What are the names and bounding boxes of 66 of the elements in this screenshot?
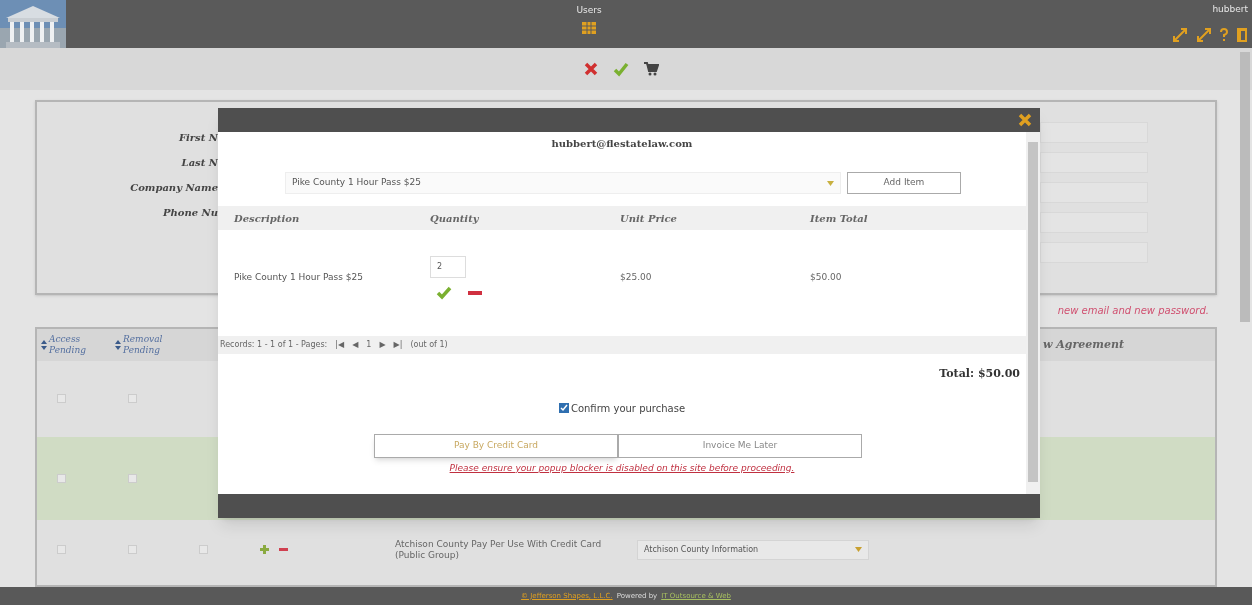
modal-scrollbar[interactable] bbox=[1026, 132, 1040, 494]
cart-icon[interactable] bbox=[643, 60, 659, 77]
sort-icon[interactable] bbox=[41, 338, 47, 351]
confirm-checkbox[interactable] bbox=[558, 403, 569, 413]
pager-link[interactable]: (out of 1) bbox=[410, 339, 448, 351]
field-label: Last N bbox=[181, 155, 218, 170]
email-text: hubbert@flestatelaw.com bbox=[551, 136, 693, 151]
notice-text: new email and new password. bbox=[1057, 304, 1209, 319]
column-header: Unit Price bbox=[619, 211, 678, 226]
table-cell-text: Pike County 1 Hour Pass $25 bbox=[233, 271, 364, 285]
row-checkbox[interactable] bbox=[128, 473, 137, 483]
row-checkbox[interactable] bbox=[57, 545, 66, 555]
column-header[interactable]: Access Pending bbox=[49, 333, 97, 357]
table-cell-text: $50.00 bbox=[809, 271, 843, 285]
collapse-icon[interactable] bbox=[1172, 26, 1188, 43]
pager-link[interactable]: |◀ bbox=[335, 339, 345, 351]
scrollbar[interactable] bbox=[1240, 52, 1250, 322]
field-label: Phone Nu bbox=[163, 205, 218, 220]
table-cell-text: $25.00 bbox=[619, 271, 653, 285]
group-dropdown[interactable]: Atchison County Information bbox=[637, 539, 869, 560]
caret-icon bbox=[855, 547, 862, 553]
pager-text: Records: 1 - 1 of 1 - Pages: bbox=[220, 339, 328, 351]
column-header: Quantity bbox=[429, 211, 480, 226]
item-select[interactable]: Pike County 1 Hour Pass $25 bbox=[285, 172, 841, 194]
grid-icon[interactable] bbox=[582, 21, 596, 34]
group-name: Atchison County Pay Per Use With Credit Card (Public Group) bbox=[395, 538, 603, 562]
cancel-icon[interactable] bbox=[583, 60, 599, 77]
row-checkbox[interactable] bbox=[57, 394, 66, 404]
pager-link[interactable]: ▶| bbox=[393, 339, 403, 351]
total-text: Total: $50.00 bbox=[939, 366, 1020, 382]
field-label: Company Name bbox=[130, 180, 218, 195]
row-checkbox[interactable] bbox=[57, 473, 66, 483]
add-item-button[interactable]: Add Item bbox=[847, 172, 961, 194]
quantity-field[interactable]: 2 bbox=[430, 256, 466, 278]
sort-icon[interactable] bbox=[115, 338, 121, 351]
input-field[interactable] bbox=[1040, 211, 1148, 233]
row-checkbox[interactable] bbox=[199, 545, 208, 555]
exit-icon[interactable] bbox=[1236, 26, 1248, 43]
column-header: Description bbox=[233, 211, 301, 226]
caret-icon bbox=[827, 180, 834, 186]
input-field[interactable] bbox=[1040, 181, 1148, 203]
checkmark-icon[interactable] bbox=[613, 60, 629, 77]
expand-icon[interactable] bbox=[1196, 26, 1212, 43]
payment-button[interactable]: Invoice Me Later bbox=[618, 433, 862, 458]
input-field[interactable] bbox=[1040, 241, 1148, 263]
minus-icon[interactable] bbox=[279, 548, 288, 552]
column-header: Item Total bbox=[809, 211, 869, 226]
confirm-label: Confirm your purchase bbox=[570, 401, 686, 416]
pager-link[interactable]: 1 bbox=[366, 339, 372, 351]
field-label: First N bbox=[178, 130, 218, 145]
username: hubbert bbox=[1212, 3, 1248, 16]
input-field[interactable] bbox=[1040, 121, 1148, 143]
checkmark-icon[interactable] bbox=[436, 286, 452, 300]
close-icon[interactable] bbox=[1018, 113, 1032, 127]
row-checkbox[interactable] bbox=[128, 394, 137, 404]
row-checkbox[interactable] bbox=[128, 545, 137, 555]
plus-icon[interactable] bbox=[260, 545, 269, 555]
pager-link[interactable]: ◀ bbox=[352, 339, 359, 351]
column-header[interactable]: w Agreement bbox=[1043, 336, 1125, 354]
popup-warning-text: Please ensure your popup blocker is disabled on this site before proceeding. bbox=[449, 461, 795, 475]
help-icon[interactable] bbox=[1220, 27, 1228, 42]
input-field[interactable] bbox=[1040, 151, 1148, 173]
column-header[interactable]: Removal Pending bbox=[123, 333, 171, 357]
page-title: Users bbox=[576, 4, 602, 17]
pager-link[interactable]: ▶ bbox=[379, 339, 386, 351]
select-value: Pike County 1 Hour Pass $25 bbox=[292, 176, 421, 190]
